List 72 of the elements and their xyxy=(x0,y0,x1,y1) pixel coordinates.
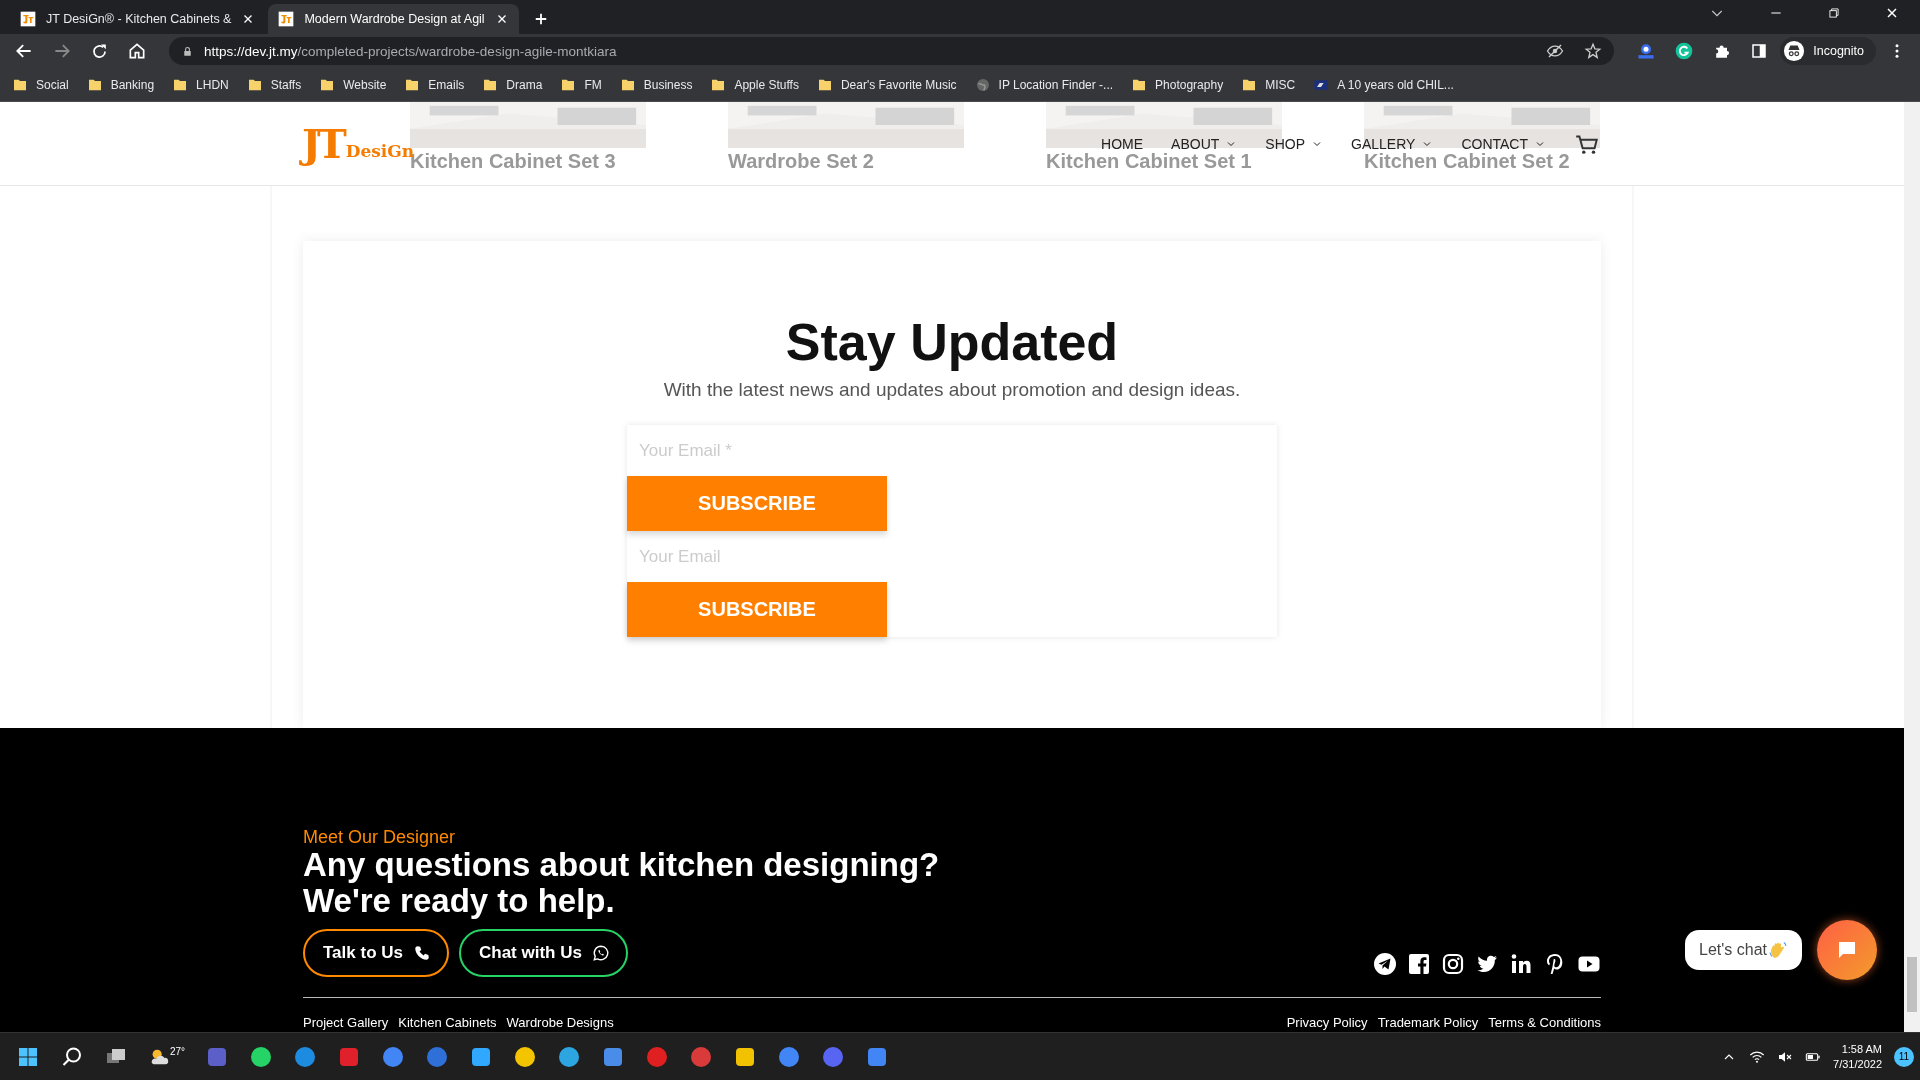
browser-tab[interactable]: Modern Wardrobe Design at Agil xyxy=(268,4,519,34)
bookmark[interactable]: LHDN xyxy=(172,76,229,93)
phone-icon xyxy=(413,944,431,962)
nav-link[interactable]: SHOP xyxy=(1265,135,1324,152)
footer-link[interactable]: Project Gallery xyxy=(303,1015,389,1031)
facebook-icon[interactable] xyxy=(1407,952,1431,976)
nav-link[interactable]: GALLERY xyxy=(1351,135,1434,152)
address-bar[interactable]: https://dev.jt.my/completed-projects/wardrobe-design-agile-montkiara xyxy=(169,37,1615,65)
bookmark[interactable]: Emails xyxy=(404,76,465,93)
weather-widget[interactable]: 27° xyxy=(148,1045,186,1068)
contact-button[interactable]: Talk to Us xyxy=(303,929,449,977)
telegram-icon[interactable] xyxy=(1373,952,1397,976)
reload-icon[interactable] xyxy=(90,41,109,61)
url-text[interactable]: https://dev.jt.my/completed-projects/wardrobe-design-agile-montkiara xyxy=(204,43,617,59)
extension-icon[interactable] xyxy=(1674,41,1695,61)
home-icon[interactable] xyxy=(127,41,147,61)
app-icon[interactable] xyxy=(777,1044,802,1069)
whatsapp-icon xyxy=(591,944,610,962)
bookmark[interactable]: Drama xyxy=(482,76,543,93)
scrollbar-thumb[interactable] xyxy=(1907,957,1917,1012)
footer-heading: Any questions about kitchen designing? We're ready to help. xyxy=(303,847,941,919)
bookmark[interactable]: Apple Stuffs xyxy=(710,76,799,93)
scrollbar[interactable] xyxy=(1904,102,1920,1032)
nav-link[interactable]: CONTACT xyxy=(1461,135,1546,152)
instagram-icon[interactable] xyxy=(1441,952,1465,976)
restore-icon[interactable] xyxy=(1827,5,1841,20)
footer-link[interactable]: Trademark Policy xyxy=(1377,1015,1479,1031)
bookmark[interactable]: Social xyxy=(12,76,69,93)
clock[interactable]: 1:58 AM 7/31/2022 xyxy=(1833,1041,1882,1072)
app-icon[interactable] xyxy=(293,1044,318,1069)
profile-button[interactable]: Incognito xyxy=(1780,37,1876,65)
section-subtitle: With the latest news and updates about promotion and design ideas. xyxy=(663,379,1241,402)
bookmark[interactable]: FM xyxy=(560,76,602,93)
bookmark-star-icon[interactable] xyxy=(1584,42,1603,60)
product-caption: Wardrobe Set 2 xyxy=(728,150,875,173)
footer-link[interactable]: Privacy Policy xyxy=(1286,1015,1368,1031)
app-icon[interactable] xyxy=(513,1044,538,1069)
linkedin-icon[interactable] xyxy=(1509,952,1533,976)
section-title: Stay Updated xyxy=(785,312,1119,373)
bookmark[interactable]: Dear's Favorite Music xyxy=(816,76,957,93)
side-panel-icon[interactable] xyxy=(1750,42,1769,60)
product-caption: Kitchen Cabinet Set 2 xyxy=(1364,150,1571,173)
app-icon[interactable] xyxy=(249,1044,274,1069)
favicon-icon xyxy=(20,11,36,27)
notification-badge[interactable]: 11 xyxy=(1894,1046,1914,1067)
eye-off-icon[interactable] xyxy=(1546,42,1565,60)
globe-icon xyxy=(974,76,991,93)
browser-tab[interactable]: JT DesiGn® - Kitchen Cabinets & xyxy=(10,4,266,34)
product-caption: Kitchen Cabinet Set 1 xyxy=(1046,150,1253,173)
bookmark[interactable]: IP Location Finder -... xyxy=(974,76,1114,93)
eyebrow-text: Meet Our Designer xyxy=(303,827,457,847)
bookmark[interactable]: Banking xyxy=(86,76,155,93)
bookmark[interactable]: Business xyxy=(619,76,693,93)
app-icon[interactable] xyxy=(557,1044,582,1069)
bookmark[interactable]: MISC xyxy=(1241,76,1296,93)
bookmark[interactable]: Website xyxy=(319,76,387,93)
bookmark[interactable]: Photography xyxy=(1131,76,1224,93)
favicon-icon xyxy=(278,11,295,27)
footer-link[interactable]: Terms & Conditions xyxy=(1488,1015,1601,1031)
incognito-icon xyxy=(1783,40,1806,62)
contact-button[interactable]: Chat with Us xyxy=(459,929,628,977)
lock-icon xyxy=(181,44,194,58)
nav-link[interactable]: ABOUT xyxy=(1171,135,1238,152)
footer-link[interactable]: Kitchen Cabinets xyxy=(398,1015,497,1031)
bookmark[interactable]: Staffs xyxy=(246,76,302,93)
app-icon[interactable] xyxy=(381,1044,406,1069)
footer-link[interactable]: Wardrobe Designs xyxy=(506,1015,614,1031)
chat-prompt[interactable]: Let's chat xyxy=(1685,930,1802,970)
bookmark[interactable]: A 10 years old CHIL... xyxy=(1313,76,1454,93)
waving-hand-icon xyxy=(1768,940,1788,960)
extension-icon[interactable] xyxy=(1636,41,1657,61)
nav-link[interactable]: HOME xyxy=(1101,135,1144,152)
